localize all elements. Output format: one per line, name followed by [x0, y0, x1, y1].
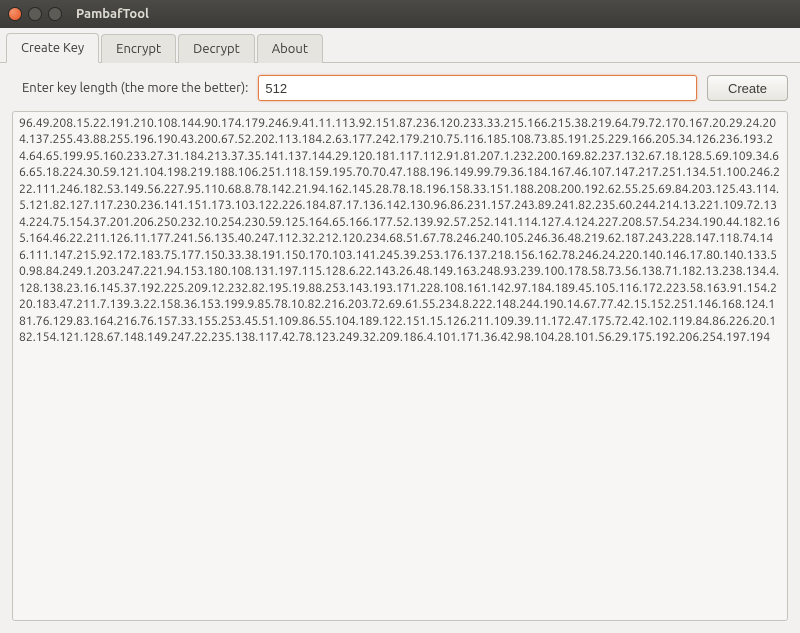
key-output[interactable]: 96.49.208.15.22.191.210.108.144.90.174.1… [12, 111, 788, 621]
tab-about[interactable]: About [257, 34, 323, 63]
tab-strip: Create Key Encrypt Decrypt About [0, 28, 800, 63]
tab-decrypt[interactable]: Decrypt [178, 34, 255, 63]
create-button[interactable]: Create [707, 75, 788, 101]
window-controls [8, 7, 62, 21]
minimize-icon[interactable] [28, 7, 42, 21]
tab-encrypt[interactable]: Encrypt [101, 34, 176, 63]
key-length-input[interactable] [258, 75, 697, 101]
input-row: Enter key length (the more the better): … [12, 75, 788, 101]
content-pane: Create Key Encrypt Decrypt About Enter k… [0, 28, 800, 628]
close-icon[interactable] [8, 7, 22, 21]
window-titlebar: PambafTool [0, 0, 800, 28]
create-key-panel: Enter key length (the more the better): … [0, 63, 800, 633]
tab-create-key[interactable]: Create Key [6, 33, 99, 63]
maximize-icon[interactable] [48, 7, 62, 21]
key-length-label: Enter key length (the more the better): [12, 81, 248, 95]
window-title: PambafTool [76, 7, 149, 21]
